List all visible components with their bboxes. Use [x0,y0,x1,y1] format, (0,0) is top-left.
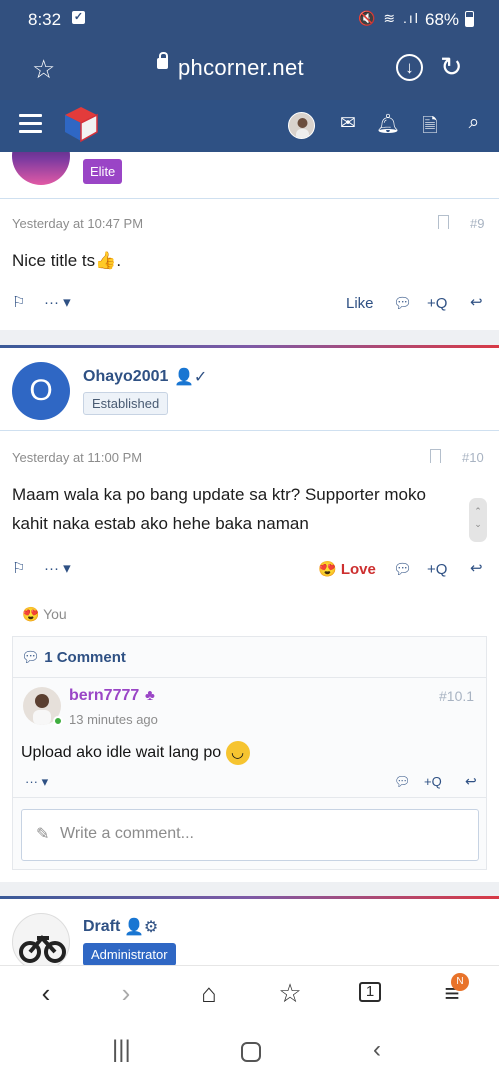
menu-icon[interactable] [19,114,42,134]
status-time: 8:32 [28,10,62,29]
bookmarks-icon[interactable]: ☆ [273,978,307,1009]
browser-url-bar: ☆ phcorner.net ↓ ↻ [0,40,499,100]
report-flag-icon[interactable]: ⚐ [12,293,25,311]
home-button-icon[interactable] [241,1042,261,1062]
system-back-icon[interactable]: ‹ [373,1036,381,1064]
comments-toggle[interactable]: 💬︎ 1 Comment [21,648,126,666]
smile-emoji: ◡ [225,741,250,765]
battery-level: 68% [425,10,460,29]
bookmark-star-icon[interactable]: ☆ [32,54,55,85]
quote-button[interactable]: +Q [427,295,447,312]
post-text: Maam wala ka po bang update sa ktr? Supp… [12,485,426,533]
status-bar: 8:32 ✓ 🔇 ≋ .ıl 68% [0,0,499,40]
comment-body: Upload ako idle wait lang po ◡ [21,741,250,765]
post-number[interactable]: #10 [462,450,484,465]
system-nav-bar: ||| ‹ [0,1020,499,1080]
online-indicator [53,716,63,726]
user-group-icon: ♣ [145,687,155,704]
comment-text: Upload ako idle wait lang po [21,744,222,762]
poster-username[interactable]: Draft [83,918,120,936]
poster-avatar[interactable] [12,913,70,965]
reaction-summary[interactable]: 😍 You [22,606,67,623]
love-reaction[interactable]: 😍 Love [318,560,376,578]
check-icon: ✓ [72,11,85,24]
post-card-next: Draft 👤⚙ Administrator [0,899,499,965]
back-icon[interactable]: ‹ [29,978,63,1009]
divider [0,198,499,199]
comment-icon[interactable]: 💬︎ [393,294,412,312]
mail-icon[interactable]: ✉ [336,112,360,135]
battery-icon [465,11,474,27]
write-comment-field[interactable]: ✎ Write a comment... [21,809,479,861]
user-avatar[interactable] [288,112,315,139]
signal-icons: 🔇 ≋ .ıl [358,10,420,26]
forward-icon[interactable]: › [109,978,143,1009]
comment-number[interactable]: #10.1 [439,688,474,704]
site-header: ✉ 🔔︎ 🗎 ⌕ [0,100,499,152]
divider [0,430,499,431]
divider [13,797,486,798]
post-number[interactable]: #9 [470,216,484,231]
search-icon[interactable]: ⌕ [462,112,486,134]
thread-content[interactable]: Elite Yesterday at 10:47 PM #9 Nice titl… [0,152,499,965]
tabs-icon[interactable]: 1 [353,982,387,1002]
thumbs-up-emoji: 👍 [95,251,117,270]
scroll-handle[interactable]: ⌃ ⌄ [469,498,487,542]
post-text-end: . [116,251,122,270]
administrator-badge: Administrator [83,943,176,965]
reply-icon[interactable]: ↩ [470,293,483,311]
browser-bottom-nav: ‹ › ⌂ ☆ 1 ≡ N [0,965,499,1020]
write-comment-placeholder: Write a comment... [60,825,194,842]
comments-box: 💬︎ 1 Comment bern7777 ♣ 13 minutes ago #… [12,636,487,870]
staff-user-icon: 👤⚙ [124,919,159,936]
verified-user-icon: 👤✓ [174,369,208,386]
heart-eyes-emoji: 😍 [318,561,337,578]
more-options-icon[interactable]: ··· ▾ [44,293,71,311]
comment-time[interactable]: 13 minutes ago [69,712,158,727]
lock-icon [157,52,168,69]
poster-avatar[interactable]: O [12,362,70,420]
established-badge: Established [83,392,169,415]
notification-badge: N [451,973,469,991]
commenter-username[interactable]: bern7777 [69,687,139,705]
comments-count: 1 Comment [44,649,126,666]
poster-username[interactable]: Ohayo2001 [83,368,168,386]
reload-icon[interactable]: ↻ [440,52,463,83]
post-body: Nice title ts👍. [12,246,121,275]
comment-icon: 💬︎ [21,649,41,666]
post-date[interactable]: Yesterday at 11:00 PM [12,450,142,465]
document-icon[interactable]: 🗎 [418,112,442,144]
post-card-9: Elite Yesterday at 10:47 PM #9 Nice titl… [0,152,499,330]
post-date[interactable]: Yesterday at 10:47 PM [12,216,143,231]
like-button[interactable]: Like [346,295,374,312]
site-logo[interactable] [62,105,100,143]
home-icon[interactable]: ⌂ [192,978,226,1009]
reaction-by: You [43,606,67,622]
divider [13,677,486,678]
comment-icon[interactable]: 💬︎ [394,774,411,790]
post-card-10: O Ohayo2001 👤✓ Established Yesterday at … [0,348,499,882]
heart-eyes-emoji: 😍 [22,606,40,622]
love-label: Love [340,561,376,578]
more-options-icon[interactable]: ··· ▾ [44,559,71,577]
more-options-icon[interactable]: ··· ▾ [25,774,48,790]
poster-avatar[interactable] [12,152,70,185]
reply-icon[interactable]: ↩ [470,559,483,577]
bookmark-icon[interactable] [438,215,449,229]
comment-icon[interactable]: 💬︎ [393,560,412,578]
reply-icon[interactable]: ↩ [465,773,477,790]
download-icon[interactable]: ↓ [396,54,423,81]
bell-icon[interactable]: 🔔︎ [376,112,400,136]
quote-button[interactable]: +Q [427,561,447,578]
recent-apps-icon[interactable]: ||| [112,1036,131,1064]
bookmark-icon[interactable] [430,449,441,463]
elite-badge: Elite [83,159,123,184]
report-flag-icon[interactable]: ⚐ [12,559,25,577]
post-text: Nice title ts [12,251,96,270]
pencil-icon: ✎ [36,826,50,843]
url-text[interactable]: phcorner.net [178,55,304,81]
quote-button[interactable]: +Q [424,774,442,789]
